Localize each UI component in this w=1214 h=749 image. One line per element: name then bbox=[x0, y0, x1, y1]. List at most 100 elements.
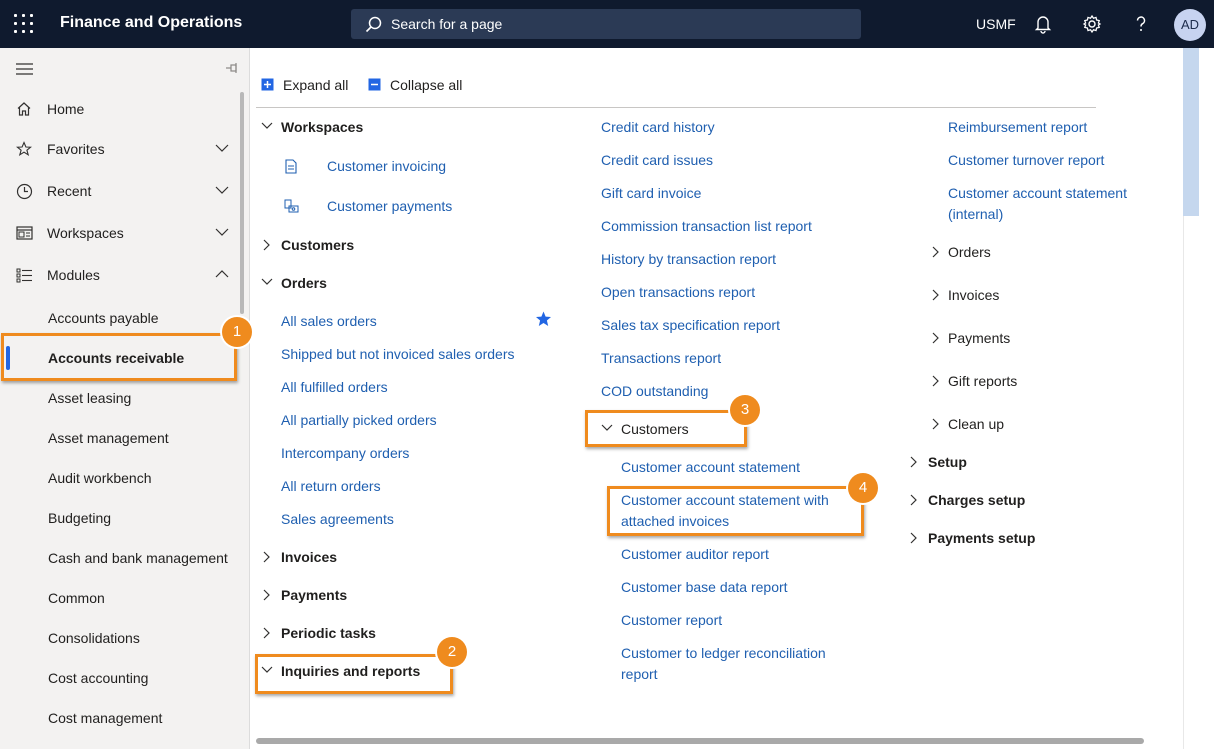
top-bar: Finance and Operations Search for a page… bbox=[0, 0, 1214, 48]
module-asset-management[interactable]: Asset management bbox=[48, 430, 169, 446]
favorite-star-icon[interactable] bbox=[535, 311, 552, 327]
module-asset-leasing[interactable]: Asset leasing bbox=[48, 390, 131, 406]
collapse-icon bbox=[368, 78, 381, 91]
collapse-all-label: Collapse all bbox=[390, 77, 463, 93]
nav-favorites[interactable]: Favorites bbox=[0, 131, 240, 167]
highlight-accounts-receivable bbox=[1, 333, 237, 381]
link-open-transactions[interactable]: Open transactions report bbox=[601, 282, 755, 303]
link-customer-report[interactable]: Customer report bbox=[621, 610, 722, 631]
group-payments[interactable]: Payments bbox=[932, 330, 1010, 346]
module-accounts-payable[interactable]: Accounts payable bbox=[48, 310, 159, 326]
link-customer-invoicing[interactable]: Customer invoicing bbox=[327, 156, 446, 177]
chevron-down-icon[interactable] bbox=[215, 185, 229, 195]
module-cost-accounting[interactable]: Cost accounting bbox=[48, 670, 148, 686]
link-all-fulfilled-orders[interactable]: All fulfilled orders bbox=[281, 377, 388, 398]
link-commission-transaction[interactable]: Commission transaction list report bbox=[601, 216, 812, 237]
module-audit-workbench[interactable]: Audit workbench bbox=[48, 470, 152, 486]
chevron-down-icon bbox=[261, 122, 273, 129]
group-clean-up[interactable]: Clean up bbox=[932, 416, 1004, 432]
link-transactions-report[interactable]: Transactions report bbox=[601, 348, 721, 369]
section-customers[interactable]: Customers bbox=[263, 237, 355, 253]
pin-icon[interactable] bbox=[225, 61, 239, 75]
hamburger-icon[interactable] bbox=[16, 62, 34, 76]
company-picker[interactable]: USMF bbox=[976, 16, 1016, 32]
link-gift-card-invoice[interactable]: Gift card invoice bbox=[601, 183, 701, 204]
section-orders-label: Orders bbox=[281, 275, 327, 291]
link-history-by-transaction[interactable]: History by transaction report bbox=[601, 249, 776, 270]
star-icon bbox=[16, 141, 32, 157]
link-customer-ledger-reconciliation[interactable]: Customer to ledger reconciliation report bbox=[621, 643, 846, 685]
link-statement-internal[interactable]: Customer account statement (internal) bbox=[948, 183, 1148, 225]
group-invoices[interactable]: Invoices bbox=[932, 287, 1000, 303]
module-cost-management[interactable]: Cost management bbox=[48, 710, 162, 726]
link-cod-outstanding[interactable]: COD outstanding bbox=[601, 381, 708, 402]
search-input[interactable]: Search for a page bbox=[351, 9, 861, 39]
chevron-right-icon bbox=[932, 246, 939, 258]
link-credit-card-issues[interactable]: Credit card issues bbox=[601, 150, 713, 171]
link-all-sales-orders[interactable]: All sales orders bbox=[281, 311, 377, 332]
section-setup[interactable]: Setup bbox=[910, 454, 967, 470]
link-partially-picked-orders[interactable]: All partially picked orders bbox=[281, 410, 437, 431]
help-icon[interactable] bbox=[1131, 14, 1151, 34]
chevron-down-icon bbox=[261, 278, 273, 285]
section-customers-label: Customers bbox=[281, 237, 355, 253]
group-orders[interactable]: Orders bbox=[932, 244, 991, 260]
gear-icon[interactable] bbox=[1082, 14, 1102, 34]
link-sales-tax-spec[interactable]: Sales tax specification report bbox=[601, 315, 780, 336]
link-customer-payments[interactable]: Customer payments bbox=[327, 196, 452, 217]
nav-favorites-label: Favorites bbox=[47, 141, 105, 157]
sidebar-scrollbar[interactable] bbox=[240, 92, 244, 314]
chevron-up-icon[interactable] bbox=[215, 269, 229, 279]
link-intercompany-orders[interactable]: Intercompany orders bbox=[281, 443, 409, 464]
module-common[interactable]: Common bbox=[48, 590, 105, 606]
app-title[interactable]: Finance and Operations bbox=[60, 14, 242, 32]
group-gift-reports[interactable]: Gift reports bbox=[932, 373, 1017, 389]
chevron-right-icon bbox=[932, 418, 939, 430]
section-payments[interactable]: Payments bbox=[263, 587, 347, 603]
link-shipped-not-invoiced[interactable]: Shipped but not invoiced sales orders bbox=[281, 344, 514, 365]
home-icon bbox=[17, 102, 31, 116]
section-orders[interactable]: Orders bbox=[261, 275, 327, 291]
group-orders-label: Orders bbox=[948, 244, 991, 260]
link-all-return-orders[interactable]: All return orders bbox=[281, 476, 381, 497]
list-icon bbox=[16, 268, 32, 283]
module-consolidations[interactable]: Consolidations bbox=[48, 630, 140, 646]
section-payments-setup[interactable]: Payments setup bbox=[910, 530, 1036, 546]
horizontal-scrollbar[interactable] bbox=[256, 738, 1144, 744]
link-reimbursement-report[interactable]: Reimbursement report bbox=[948, 117, 1087, 138]
highlight-customers-group bbox=[585, 410, 747, 447]
chevron-down-icon[interactable] bbox=[215, 143, 229, 153]
group-invoices-label: Invoices bbox=[948, 287, 1000, 303]
chevron-right-icon bbox=[263, 551, 270, 563]
section-payments-setup-label: Payments setup bbox=[928, 530, 1036, 546]
link-customer-account-statement[interactable]: Customer account statement bbox=[621, 457, 800, 478]
section-charges-setup-label: Charges setup bbox=[928, 492, 1026, 508]
nav-workspaces[interactable]: Workspaces bbox=[0, 215, 240, 251]
nav-home[interactable]: Home bbox=[0, 91, 240, 127]
chevron-down-icon[interactable] bbox=[215, 227, 229, 237]
bell-icon[interactable] bbox=[1033, 14, 1053, 34]
highlight-statement-with-invoices bbox=[607, 486, 864, 536]
link-customer-auditor-report[interactable]: Customer auditor report bbox=[621, 544, 769, 565]
link-credit-card-history[interactable]: Credit card history bbox=[601, 117, 715, 138]
module-budgeting[interactable]: Budgeting bbox=[48, 510, 111, 526]
toolbar-divider bbox=[256, 107, 1096, 108]
nav-recent-label: Recent bbox=[47, 183, 92, 199]
section-charges-setup[interactable]: Charges setup bbox=[910, 492, 1026, 508]
nav-modules[interactable]: Modules bbox=[0, 257, 240, 293]
section-invoices[interactable]: Invoices bbox=[263, 549, 337, 565]
module-cash-bank[interactable]: Cash and bank management bbox=[48, 550, 228, 566]
chevron-right-icon bbox=[263, 589, 270, 601]
link-customer-turnover[interactable]: Customer turnover report bbox=[948, 150, 1104, 171]
chevron-right-icon bbox=[932, 289, 939, 301]
avatar[interactable]: AD bbox=[1174, 9, 1206, 41]
nav-recent[interactable]: Recent bbox=[0, 173, 240, 209]
callout-badge-1: 1 bbox=[222, 317, 252, 347]
section-workspaces[interactable]: Workspaces bbox=[261, 119, 364, 135]
vertical-scrollbar-thumb[interactable] bbox=[1183, 48, 1199, 216]
link-sales-agreements[interactable]: Sales agreements bbox=[281, 509, 394, 530]
section-workspaces-label: Workspaces bbox=[281, 119, 364, 135]
link-customer-base-data[interactable]: Customer base data report bbox=[621, 577, 788, 598]
app-launcher-icon[interactable] bbox=[14, 14, 34, 34]
section-periodic-tasks[interactable]: Periodic tasks bbox=[263, 625, 376, 641]
